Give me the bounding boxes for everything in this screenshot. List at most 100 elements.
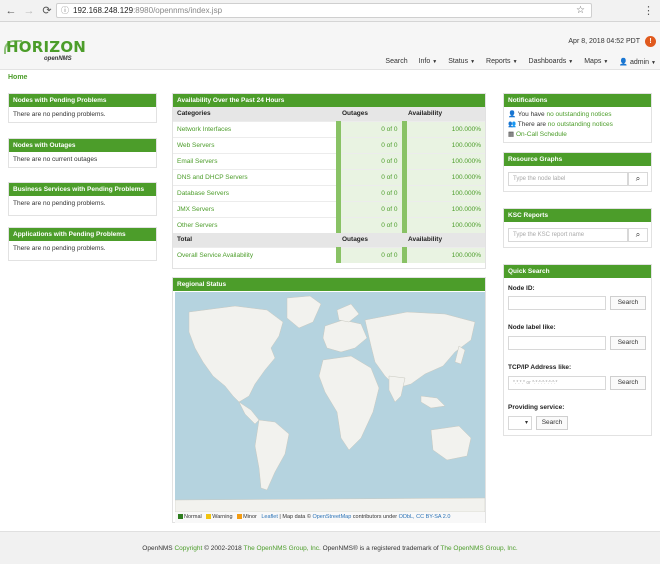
col-total: Total <box>173 233 338 247</box>
panel-availability: Availability Over the Past 24 Hours Cate… <box>172 93 486 269</box>
nav-dashboards[interactable]: Dashboards ▼ <box>529 58 574 66</box>
panel-notifications: Notifications 👤 You have no outstanding … <box>503 93 652 143</box>
node-id-search-button[interactable]: Search <box>610 296 646 310</box>
opennms-group-link-2[interactable]: The OpenNMS Group, Inc. <box>440 545 517 552</box>
category-link[interactable]: DNS and DHCP Servers <box>173 168 338 185</box>
panel-title: KSC Reports <box>504 209 651 222</box>
table-row: Web Servers 0 of 0 100.000% <box>173 136 485 153</box>
ip-search-button[interactable]: Search <box>610 376 646 390</box>
caret-down-icon: ▼ <box>651 60 656 66</box>
table-total-header-row: Total Outages Availability <box>173 233 485 247</box>
node-label-search-button[interactable]: Search <box>610 336 646 350</box>
ip-address-input[interactable]: *.*.*.* or *:*:*:*:*:*:*:* <box>508 376 606 390</box>
table-row: JMX Servers 0 of 0 100.000% <box>173 200 485 217</box>
footer-years: © 2002-2018 <box>204 545 242 552</box>
table-row-total: Overall Service Availability 0 of 0 100.00… <box>173 246 485 263</box>
availability-cell: 100.000% <box>401 168 485 185</box>
opennms-group-link[interactable]: The OpenNMS Group, Inc. <box>244 545 321 552</box>
availability-cell: 100.000% <box>401 246 485 263</box>
availability-cell: 100.000% <box>401 216 485 233</box>
category-link[interactable]: Email Servers <box>173 152 338 169</box>
panel-title: Notifications <box>504 94 651 107</box>
user-notices-link[interactable]: no outstanding notices <box>546 111 611 118</box>
panel-body: There are no pending problems. <box>13 200 106 207</box>
footer-brand: OpenNMS <box>142 545 173 552</box>
license-link[interactable]: ODbL, CC BY-SA 2.0 <box>399 514 451 520</box>
panel-body: There are no pending problems. <box>13 245 106 252</box>
availability-cell: 100.000% <box>401 200 485 217</box>
search-icon[interactable]: ⌕ <box>628 228 648 242</box>
leaflet-link[interactable]: Leaflet <box>261 514 278 520</box>
panel-title: Resource Graphs <box>504 153 651 166</box>
ksc-report-input[interactable]: Type the KSC report name <box>508 228 628 242</box>
panel-title: Nodes with Outages <box>9 139 156 152</box>
table-row: DNS and DHCP Servers 0 of 0 100.000% <box>173 168 485 185</box>
category-link[interactable]: Web Servers <box>173 136 338 153</box>
page-footer: OpenNMS Copyright © 2002-2018 The OpenNM… <box>0 531 660 564</box>
panel-title: Nodes with Pending Problems <box>9 94 156 107</box>
col-outages: Outages <box>338 107 404 121</box>
notification-line-oncall: ▦ On-Call Schedule <box>508 130 647 140</box>
outages-cell: 0 of 0 <box>335 200 404 217</box>
panel-resource-graphs: Resource Graphs Type the node label ⌕ <box>503 152 652 192</box>
nav-search[interactable]: Search <box>385 58 407 66</box>
users-icon: 👥 <box>508 121 517 128</box>
node-label-input[interactable]: Type the node label <box>508 172 628 186</box>
search-icon[interactable]: ⌕ <box>628 172 648 186</box>
caret-down-icon: ▼ <box>603 59 609 65</box>
app-header: HORIZON openNMS Apr 8, 2018 04:52 PDT ! … <box>0 22 660 70</box>
node-label-like-input[interactable] <box>508 336 606 350</box>
alarm-alert-icon[interactable]: ! <box>645 36 656 47</box>
legend-minor: Minor <box>243 514 257 520</box>
availability-table: Categories Outages Availability Network … <box>173 107 485 263</box>
node-id-input[interactable] <box>508 296 606 310</box>
service-select[interactable]: ▾ <box>508 416 532 430</box>
breadcrumb-home[interactable]: Home <box>8 74 27 81</box>
table-row: Other Servers 0 of 0 100.000% <box>173 216 485 233</box>
nav-status[interactable]: Status ▼ <box>448 58 475 66</box>
oncall-schedule-link[interactable]: On-Call Schedule <box>516 131 567 138</box>
nav-reports[interactable]: Reports ▼ <box>486 58 517 66</box>
back-arrow-icon[interactable]: ← <box>4 4 18 18</box>
reload-icon[interactable]: ⟳ <box>40 4 54 18</box>
category-link[interactable]: Database Servers <box>173 184 338 201</box>
panel-body: There are no pending problems. <box>13 111 106 118</box>
forward-arrow-icon[interactable]: → <box>22 4 36 18</box>
nav-info[interactable]: Info ▼ <box>419 58 438 66</box>
calendar-icon: ▦ <box>508 131 515 138</box>
table-header-row: Categories Outages Availability <box>173 107 485 121</box>
panel-nodes-pending: Nodes with Pending Problems There are no… <box>8 93 157 123</box>
outages-cell: 0 of 0 <box>335 152 404 169</box>
info-icon[interactable]: ⓘ <box>61 6 69 15</box>
notification-line-user: 👤 You have no outstanding notices <box>508 111 612 118</box>
ip-address-label: TCP/IP Address like: <box>508 364 572 371</box>
url-path: :8980/opennms/index.jsp <box>133 6 223 15</box>
user-icon: 👤 <box>619 59 629 66</box>
category-link[interactable]: Network Interfaces <box>173 120 338 137</box>
openstreetmap-link[interactable]: OpenStreetMap <box>312 514 351 520</box>
category-link[interactable]: JMX Servers <box>173 200 338 217</box>
all-notices-link[interactable]: no outstanding notices <box>548 121 613 128</box>
bookmark-star-icon[interactable]: ☆ <box>576 5 585 16</box>
table-row: Network Interfaces 0 of 0 100.000% <box>173 120 485 137</box>
url-bar[interactable]: ⓘ 192.168.248.129:8980/opennms/index.jsp… <box>56 3 592 18</box>
service-search-button[interactable]: Search <box>536 416 568 430</box>
table-row: Database Servers 0 of 0 100.000% <box>173 184 485 201</box>
nav-admin[interactable]: 👤 admin ▼ <box>619 58 656 66</box>
nav-maps[interactable]: Maps ▼ <box>584 58 608 66</box>
panel-business-services: Business Services with Pending Problems … <box>8 182 157 216</box>
top-navigation: Search Info ▼ Status ▼ Reports ▼ Dashboards… <box>374 58 656 66</box>
copyright-link[interactable]: Copyright <box>174 545 202 552</box>
outages-cell: 0 of 0 <box>335 136 404 153</box>
caret-down-icon: ▼ <box>432 59 438 65</box>
overall-availability-link[interactable]: Overall Service Availability <box>173 246 338 263</box>
outages-cell: 0 of 0 <box>335 184 404 201</box>
world-map[interactable] <box>175 292 485 512</box>
col-categories: Categories <box>173 107 338 121</box>
horizon-logo[interactable]: HORIZON openNMS <box>4 38 86 66</box>
browser-menu-icon[interactable]: ⋮ <box>643 4 654 17</box>
caret-down-icon: ▼ <box>568 59 574 65</box>
category-link[interactable]: Other Servers <box>173 216 338 233</box>
panel-title: Business Services with Pending Problems <box>9 183 156 196</box>
legend-normal-swatch <box>178 514 183 520</box>
